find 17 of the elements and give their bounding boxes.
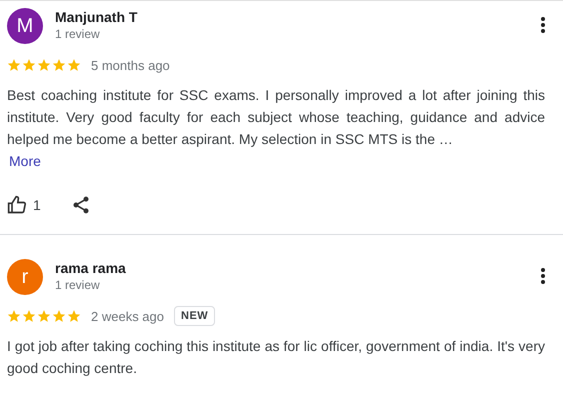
avatar: r xyxy=(7,259,43,295)
reviewer-name[interactable]: Manjunath T xyxy=(55,9,541,25)
review-time: 2 weeks ago xyxy=(91,308,164,324)
more-options-icon[interactable] xyxy=(541,17,545,33)
share-icon[interactable] xyxy=(70,195,91,215)
avatar: M xyxy=(7,8,43,44)
new-badge: NEW xyxy=(174,306,216,326)
review-text: Best coaching institute for SSC exams. I personally improved a lot after joining this institute. Very good faculty for each subject whose teaching, guidance and advice helped me become a better aspirant. My selection in SSC MTS is the … xyxy=(7,86,545,149)
review-count: 1 review xyxy=(55,278,101,292)
review-time: 5 months ago xyxy=(91,58,170,72)
like-count: 1 xyxy=(33,197,41,213)
more-options-icon[interactable] xyxy=(541,268,545,284)
review-text: I got job after taking coching this institute as for lic officer, government of india. It's very good coching centre. xyxy=(7,337,545,378)
more-link[interactable]: More xyxy=(9,150,41,172)
thumbs-up-icon[interactable] xyxy=(7,195,27,215)
review-count: 1 review xyxy=(55,27,101,41)
reviewer-name[interactable]: rama rama xyxy=(55,260,541,276)
